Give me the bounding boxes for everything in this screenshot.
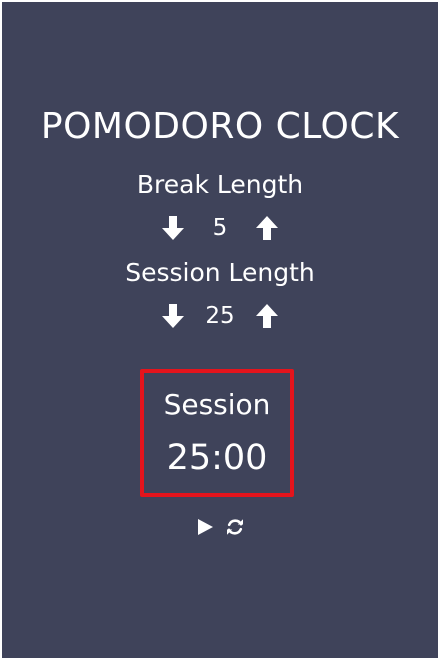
play-button[interactable] [194, 516, 216, 538]
app-title: POMODORO CLOCK [40, 106, 400, 147]
timer-time: 25:00 [166, 438, 268, 478]
break-decrement-button[interactable] [157, 212, 189, 244]
session-length-value: 25 [205, 303, 235, 329]
break-length-value: 5 [212, 215, 228, 241]
playback-controls [2, 516, 438, 538]
refresh-icon [227, 519, 243, 535]
arrow-up-icon [256, 216, 278, 240]
pomodoro-app: POMODORO CLOCK Break Length 5 Session Le… [2, 2, 438, 658]
play-icon [198, 519, 213, 535]
reset-button[interactable] [224, 516, 246, 538]
break-length-controls: 5 [2, 212, 438, 244]
session-length-label: Session Length [125, 258, 315, 287]
arrow-down-icon [162, 216, 184, 240]
session-decrement-button[interactable] [157, 300, 189, 332]
break-increment-button[interactable] [251, 212, 283, 244]
session-length-controls: 25 [2, 300, 438, 332]
arrow-down-icon [162, 304, 184, 328]
break-length-label: Break Length [136, 170, 304, 199]
timer-display: Session 25:00 [140, 369, 294, 497]
timer-label: Session [163, 388, 271, 421]
session-increment-button[interactable] [251, 300, 283, 332]
arrow-up-icon [256, 304, 278, 328]
